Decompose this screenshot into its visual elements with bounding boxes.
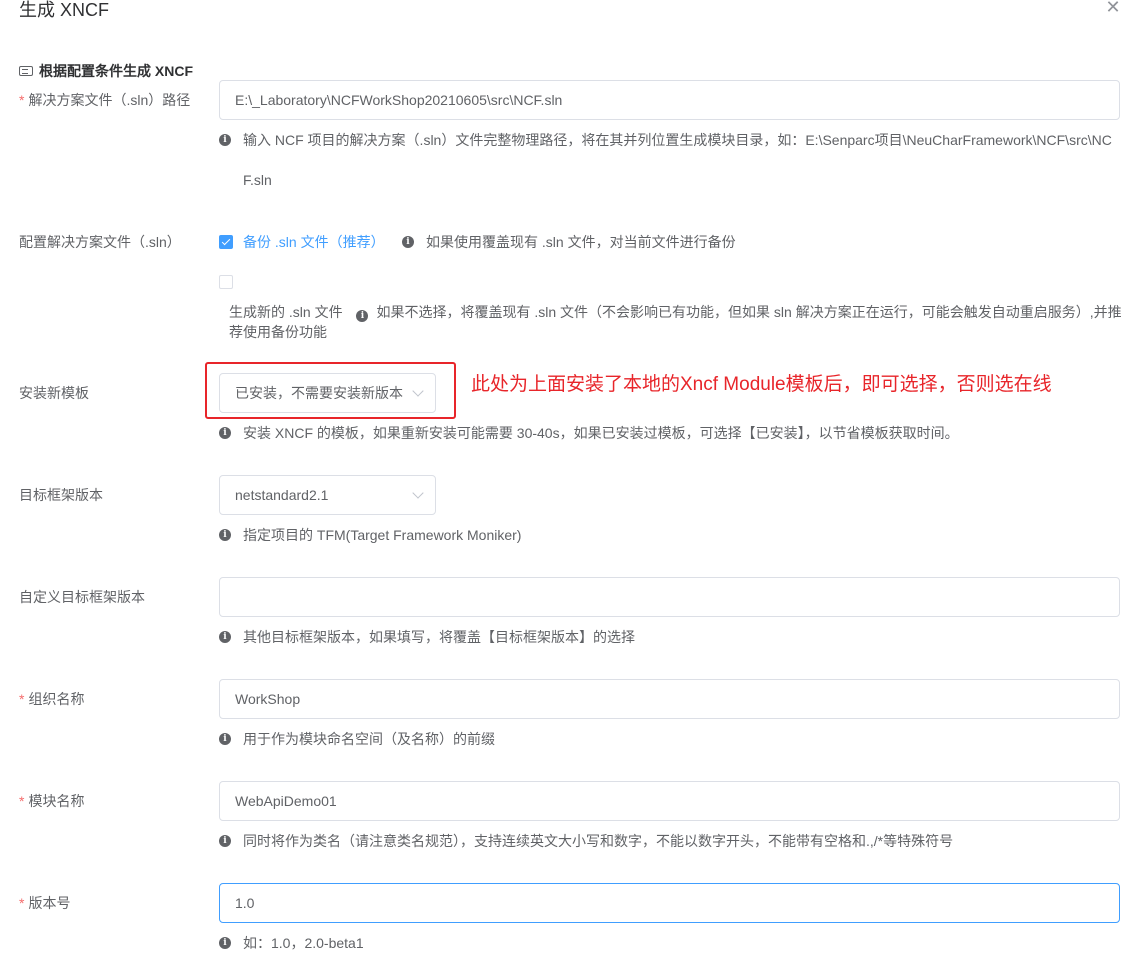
new-sln-label[interactable]: 生成新的 .sln 文件 xyxy=(229,304,343,320)
sln-path-hint: i 输入 NCF 项目的解决方案（.sln）文件完整物理路径，将在其并列位置生成… xyxy=(219,120,1120,200)
sln-config-label: 配置解决方案文件（.sln） xyxy=(19,234,181,250)
module-name-label-text: 模块名称 xyxy=(28,793,85,809)
new-sln-checkbox[interactable] xyxy=(219,275,233,289)
info-icon: i xyxy=(219,835,231,847)
version-label: * 版本号 xyxy=(19,893,70,913)
info-icon: i xyxy=(402,236,414,248)
module-name-hint: i 同时将作为类名（请注意类名规范），支持连续英文大小写和数字，不能以数字开头，… xyxy=(219,821,953,861)
info-icon: i xyxy=(219,631,231,643)
sln-path-label-text: 解决方案文件（.sln）路径 xyxy=(28,92,191,108)
backup-sln-hint: i 如果使用覆盖现有 .sln 文件，对当前文件进行备份 xyxy=(402,222,736,262)
template-label: 安装新模板 xyxy=(19,385,89,401)
framework-select-value: netstandard2.1 xyxy=(235,487,329,503)
org-name-hint-text: 用于作为模块命名空间（及名称）的前缀 xyxy=(243,731,495,747)
backup-sln-label[interactable]: 备份 .sln 文件（推荐） xyxy=(243,232,385,252)
version-hint: i 如：1.0，2.0-beta1 xyxy=(219,923,364,963)
module-name-label: * 模块名称 xyxy=(19,791,84,811)
annotation-text: 此处为上面安装了本地的Xncf Module模板后，即可选择，否则选在线 xyxy=(471,374,1052,395)
module-name-input[interactable] xyxy=(219,781,1120,821)
chevron-down-icon xyxy=(412,487,424,499)
template-hint: i 安装 XNCF 的模板，如果重新安装可能需要 30-40s，如果已安装过模板… xyxy=(219,413,959,453)
version-label-text: 版本号 xyxy=(28,895,71,911)
framework-hint-text: 指定项目的 TFM(Target Framework Moniker) xyxy=(243,527,522,543)
framework-select[interactable]: netstandard2.1 xyxy=(219,475,436,515)
required-mark: * xyxy=(19,691,25,707)
dialog-title: 生成 XNCF xyxy=(19,0,109,20)
required-mark: * xyxy=(19,92,25,108)
section-title-text: 根据配置条件生成 XNCF xyxy=(39,63,193,79)
form-icon xyxy=(19,66,33,76)
version-input[interactable] xyxy=(219,883,1120,923)
framework-label: 目标框架版本 xyxy=(19,487,103,503)
info-icon: i xyxy=(219,427,231,439)
required-mark: * xyxy=(19,793,25,809)
framework-hint: i 指定项目的 TFM(Target Framework Moniker) xyxy=(219,515,521,555)
backup-sln-checkbox[interactable] xyxy=(219,235,233,249)
org-name-label: * 组织名称 xyxy=(19,689,84,709)
sln-path-input[interactable] xyxy=(219,80,1120,120)
custom-framework-hint-text: 其他目标框架版本，如果填写，将覆盖【目标框架版本】的选择 xyxy=(243,629,635,645)
template-hint-text: 安装 XNCF 的模板，如果重新安装可能需要 30-40s，如果已安装过模板，可… xyxy=(243,425,959,441)
required-mark: * xyxy=(19,895,25,911)
new-sln-row: 生成新的 .sln 文件 i 如果不选择，将覆盖现有 .sln 文件（不会影响已有… xyxy=(229,302,1124,342)
info-icon: i xyxy=(219,134,231,146)
custom-framework-label: 自定义目标框架版本 xyxy=(19,589,145,605)
info-icon: i xyxy=(219,529,231,541)
info-icon: i xyxy=(219,733,231,745)
custom-framework-input[interactable] xyxy=(219,577,1120,617)
info-icon: i xyxy=(219,937,231,949)
backup-sln-hint-text: 如果使用覆盖现有 .sln 文件，对当前文件进行备份 xyxy=(426,234,736,250)
org-name-hint: i 用于作为模块命名空间（及名称）的前缀 xyxy=(219,719,495,759)
sln-path-label: * 解决方案文件（.sln）路径 xyxy=(19,90,190,110)
sln-path-hint-text: 输入 NCF 项目的解决方案（.sln）文件完整物理路径，将在其并列位置生成模块… xyxy=(243,132,1112,188)
section-title: 根据配置条件生成 XNCF xyxy=(19,62,193,80)
custom-framework-hint: i 其他目标框架版本，如果填写，将覆盖【目标框架版本】的选择 xyxy=(219,617,635,657)
info-icon: i xyxy=(356,310,369,322)
module-name-hint-text: 同时将作为类名（请注意类名规范），支持连续英文大小写和数字，不能以数字开头，不能… xyxy=(243,833,954,849)
version-hint-text: 如：1.0，2.0-beta1 xyxy=(243,935,364,951)
close-icon[interactable]: ✕ xyxy=(1103,0,1123,18)
annotation-highlight-box xyxy=(205,362,456,419)
org-name-input[interactable] xyxy=(219,679,1120,719)
org-name-label-text: 组织名称 xyxy=(28,691,85,707)
